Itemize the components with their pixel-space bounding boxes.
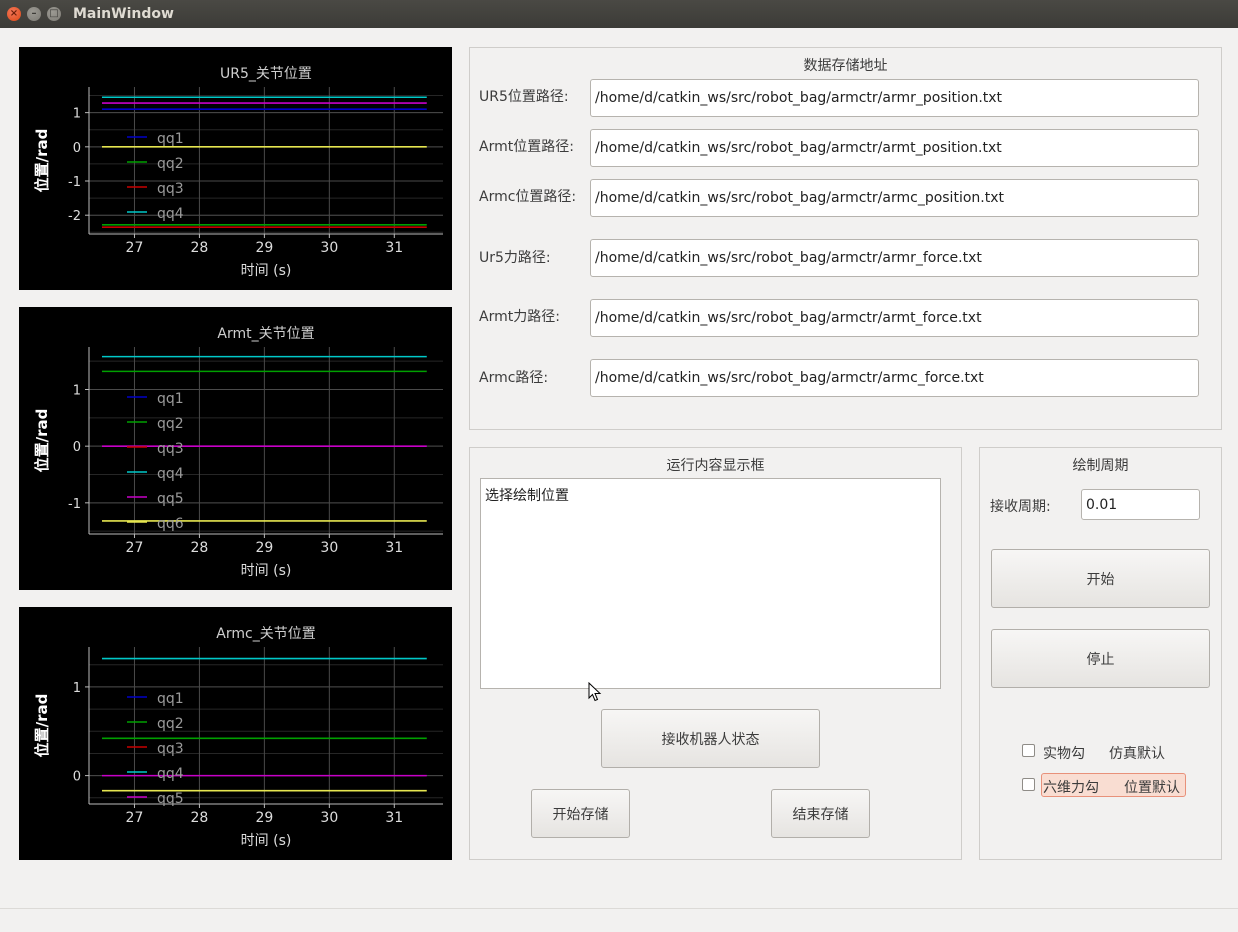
- draw-period-group: 绘制周期 接收周期: 0.01 开始 停止 实物勾 仿真默认 六维力勾 位置默认: [979, 447, 1222, 860]
- y-tick-label: 0: [73, 141, 81, 156]
- run-content-title: 运行内容显示框: [666, 458, 765, 474]
- minimize-icon[interactable]: –: [27, 7, 41, 21]
- plot-svg: Armt_关节位置27 28 29 30 3110-1时间 (s)位置/radqq1qq…: [33, 326, 443, 579]
- x-axis-label: 时间 (s): [241, 563, 292, 579]
- stop-store-button[interactable]: 结束存储: [771, 789, 870, 838]
- start-store-button[interactable]: 开始存储: [531, 789, 630, 838]
- close-icon[interactable]: ×: [7, 7, 21, 21]
- ur5-position-label: UR5位置路径:: [479, 89, 569, 105]
- legend-label: qq3: [157, 741, 184, 757]
- plot-title: Armc_关节位置: [216, 626, 315, 642]
- armc-force-path-input[interactable]: /home/d/catkin_ws/src/robot_bag/armctr/a…: [590, 359, 1199, 397]
- x-tick-label: 29: [255, 540, 273, 556]
- armc-position-path-input[interactable]: /home/d/catkin_ws/src/robot_bag/armctr/a…: [590, 179, 1199, 217]
- armc-joint-plot: Armc_关节位置 27 28 29 30 31 1 0 时间 (s) 位置/rad qq1 qq2 q…: [19, 607, 452, 860]
- y-tick-label: 1: [73, 384, 81, 399]
- storage-title: 数据存储地址: [803, 58, 888, 74]
- window-title: MainWindow: [73, 6, 174, 22]
- x-tick-label: 31: [385, 240, 403, 256]
- real-robot-label: 实物勾: [1043, 746, 1085, 762]
- ur5-joint-plot: UR5_关节位置 27 28 29 30 31 1 0 -1 -2 时间 (s) 位置/rad qq1 q…: [19, 47, 452, 290]
- armc-force-label: Armc路径:: [479, 370, 549, 386]
- legend: qq1 qq2 qq3 qq4 qq5 qq6: [127, 391, 184, 532]
- legend-label: qq4: [157, 766, 184, 782]
- x-tick-label: 30: [320, 810, 338, 826]
- plot-svg: Armc_关节位置27 28 29 30 3110时间 (s)位置/rad qq1qq2q…: [33, 626, 443, 849]
- x-tick-label: 30: [320, 540, 338, 556]
- armt-force-label: Armt力路径:: [479, 309, 560, 325]
- title-bar: × – □ MainWindow: [0, 0, 1238, 28]
- ur5-force-label: Ur5力路径:: [479, 250, 551, 266]
- x-tick-label: 27: [126, 810, 144, 826]
- legend: qq1 qq2 qq3 qq4 qq5: [127, 691, 184, 807]
- y-tick-label: 1: [73, 681, 81, 696]
- draw-period-title: 绘制周期: [1072, 458, 1129, 474]
- legend-label: qq2: [157, 416, 184, 432]
- armt-joint-plot: Armt_关节位置 27 28 29 30 31 1 0 -1 时间 (s) 位置/rad qq1 qq…: [19, 307, 452, 590]
- y-axis-label: 位置/rad: [33, 409, 51, 473]
- legend: qq1 qq2 qq3 qq4: [127, 131, 184, 222]
- plot-title: Armt_关节位置: [217, 326, 314, 342]
- run-content-group: 运行内容显示框 选择绘制位置 接收机器人状态 开始存储 结束存储: [469, 447, 962, 860]
- status-bar: [0, 908, 1238, 932]
- x-tick-label: 29: [255, 810, 273, 826]
- receive-period-label: 接收周期:: [990, 499, 1051, 515]
- x-tick-label: 28: [191, 810, 209, 826]
- x-tick-label: 31: [385, 540, 403, 556]
- y-tick-label: 1: [73, 107, 81, 122]
- x-tick-label: 30: [320, 240, 338, 256]
- armt-force-path-input[interactable]: /home/d/catkin_ws/src/robot_bag/armctr/a…: [590, 299, 1199, 337]
- plot-svg: UR5_关节位置27 28 29 30 3110-1-2时间 (s)位置/rad qq1q…: [33, 66, 443, 279]
- x-tick-label: 29: [255, 240, 273, 256]
- legend-label: qq3: [157, 181, 184, 197]
- plot-title: UR5_关节位置: [220, 66, 312, 82]
- receive-period-input[interactable]: 0.01: [1081, 489, 1200, 520]
- position-default-label: 位置默认: [1124, 780, 1180, 796]
- simulation-default-label: 仿真默认: [1109, 746, 1165, 762]
- real-robot-checkbox[interactable]: [1022, 744, 1035, 757]
- ur5-force-path-input[interactable]: /home/d/catkin_ws/src/robot_bag/armctr/a…: [590, 239, 1199, 277]
- legend-label: qq6: [157, 516, 184, 532]
- legend-label: qq2: [157, 716, 184, 732]
- legend-label: qq1: [157, 131, 184, 147]
- y-tick-label: -2: [68, 209, 81, 224]
- y-tick-label: -1: [68, 497, 81, 512]
- x-axis-label: 时间 (s): [241, 263, 292, 279]
- armt-position-path-input[interactable]: /home/d/catkin_ws/src/robot_bag/armctr/a…: [590, 129, 1199, 167]
- legend-label: qq5: [157, 491, 184, 507]
- x-axis-label: 时间 (s): [241, 833, 292, 849]
- mouse-cursor-icon: [588, 682, 602, 702]
- y-axis-label: 位置/rad: [33, 694, 51, 758]
- x-tick-label: 28: [191, 240, 209, 256]
- x-tick-label: 27: [126, 240, 144, 256]
- storage-group: 数据存储地址 UR5位置路径: /home/d/catkin_ws/src/ro…: [469, 47, 1222, 430]
- legend-label: qq1: [157, 691, 184, 707]
- armc-position-label: Armc位置路径:: [479, 189, 577, 205]
- x-tick-label: 27: [126, 540, 144, 556]
- legend-label: qq2: [157, 156, 184, 172]
- start-button[interactable]: 开始: [991, 549, 1210, 608]
- receive-robot-state-button[interactable]: 接收机器人状态: [601, 709, 820, 768]
- armt-position-label: Armt位置路径:: [479, 139, 574, 155]
- y-tick-label: 0: [73, 770, 81, 785]
- six-axis-force-label: 六维力勾: [1043, 780, 1099, 796]
- legend-label: qq1: [157, 391, 184, 407]
- y-tick-label: -1: [68, 175, 81, 190]
- legend-label: qq3: [157, 441, 184, 457]
- y-tick-label: 0: [73, 440, 81, 455]
- ur5-position-path-input[interactable]: /home/d/catkin_ws/src/robot_bag/armctr/a…: [590, 79, 1199, 117]
- maximize-icon[interactable]: □: [47, 7, 61, 21]
- legend-label: qq4: [157, 466, 184, 482]
- x-tick-label: 31: [385, 810, 403, 826]
- run-content-textarea[interactable]: 选择绘制位置: [480, 478, 941, 689]
- legend-label: qq5: [157, 791, 184, 807]
- x-tick-label: 28: [191, 540, 209, 556]
- y-axis-label: 位置/rad: [33, 129, 51, 193]
- stop-button[interactable]: 停止: [991, 629, 1210, 688]
- legend-label: qq4: [157, 206, 184, 222]
- six-axis-force-checkbox[interactable]: [1022, 778, 1035, 791]
